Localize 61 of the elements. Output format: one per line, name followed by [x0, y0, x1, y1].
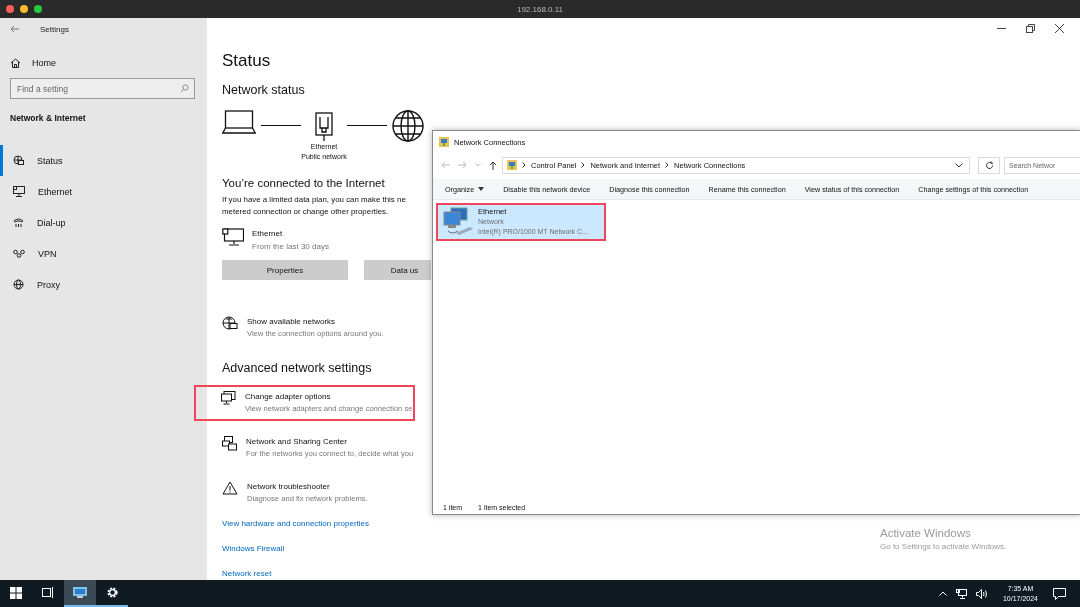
- chevron-right-icon: [665, 162, 670, 168]
- data-usage-button[interactable]: Data us: [364, 260, 431, 280]
- settings-link[interactable]: View hardware and connection properties: [222, 517, 370, 530]
- restore-icon: [1026, 23, 1035, 33]
- volume-icon[interactable]: [975, 588, 988, 599]
- laptop-icon: [222, 110, 256, 134]
- monitor-icon: [222, 228, 244, 246]
- search-field[interactable]: Find a setting: [10, 78, 195, 99]
- adapter-name: Ethernet: [252, 228, 284, 240]
- zoom-button[interactable]: [34, 5, 42, 13]
- section-heading: Advanced network settings: [222, 360, 372, 376]
- network-adapter-icon: [442, 207, 474, 237]
- window-title: 192.168.0.11: [515, 4, 565, 14]
- globe-monitor-icon: [13, 155, 24, 166]
- network-folder-icon: [439, 137, 449, 147]
- globe-monitor-icon: [222, 316, 238, 331]
- windows-logo-icon: [10, 586, 22, 599]
- search-icon: [180, 84, 189, 93]
- nav-item[interactable]: Ethernet: [0, 176, 207, 207]
- back-arrow-icon[interactable]: [10, 25, 20, 33]
- section-heading: Network status: [222, 82, 305, 98]
- close-button[interactable]: [6, 5, 14, 13]
- monitor-icon: [221, 391, 236, 405]
- chevron-up-icon[interactable]: [938, 591, 947, 596]
- refresh-button[interactable]: [978, 156, 1000, 174]
- nav-item[interactable]: VPN: [0, 238, 207, 269]
- control-panel-icon: [507, 160, 517, 170]
- connection-status: You’re connected to the Internet: [222, 176, 385, 191]
- network-icon: [222, 436, 237, 451]
- activation-title: Activate Windows: [880, 526, 972, 541]
- settings-link[interactable]: Windows Firewall: [222, 542, 370, 555]
- settings-link[interactable]: Network reset: [222, 567, 370, 580]
- monitor-icon: [13, 186, 25, 197]
- warning-icon: [222, 481, 238, 495]
- notification-icon[interactable]: [1053, 587, 1066, 600]
- settings-icon: [105, 586, 119, 599]
- phone-icon: [13, 217, 24, 228]
- chevron-down-icon[interactable]: [955, 162, 963, 168]
- refresh-icon: [984, 160, 994, 170]
- section-heading: Network & Internet: [10, 113, 86, 123]
- monitor-icon: [73, 587, 87, 598]
- app-title: Settings: [40, 24, 69, 34]
- home-icon: [10, 58, 21, 68]
- activation-text: Go to Settings to activate Windows.: [880, 541, 1007, 553]
- globe-icon: [13, 279, 24, 290]
- ethernet-port-icon: [315, 112, 333, 142]
- minimize-button[interactable]: [20, 5, 28, 13]
- globe-icon: [392, 110, 424, 142]
- chevron-right-icon: [581, 162, 586, 168]
- nav-item[interactable]: Proxy: [0, 269, 207, 300]
- usage-period: From the last 30 days: [252, 241, 329, 253]
- up-arrow-icon[interactable]: [489, 160, 497, 170]
- network-icon[interactable]: [955, 588, 967, 599]
- properties-button[interactable]: Properties: [222, 260, 348, 280]
- vpn-icon: [13, 249, 25, 258]
- home-link[interactable]: Home: [10, 58, 56, 68]
- close-icon: [1055, 23, 1064, 33]
- nav-item[interactable]: Dial-up: [0, 207, 207, 238]
- page-title: Status: [222, 50, 271, 72]
- task-view-icon: [42, 587, 54, 598]
- chevron-right-icon: [522, 162, 526, 168]
